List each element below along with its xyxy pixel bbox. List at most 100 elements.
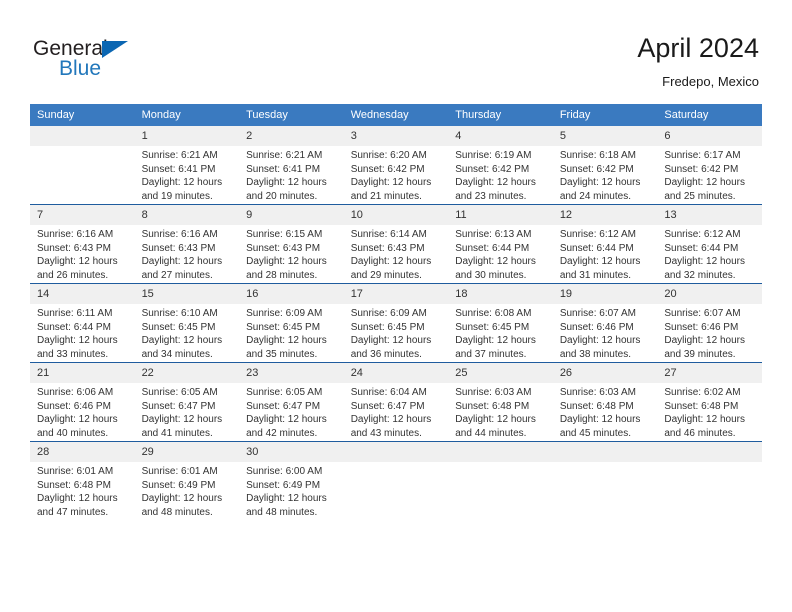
calendar-day-cell[interactable]: 25 Sunrise: 6:03 AM Sunset: 6:48 PM Dayligh…	[448, 362, 553, 442]
sunrise-text: Sunrise: 6:09 AM	[246, 308, 323, 319]
calendar-day-cell[interactable]: 24 Sunrise: 6:04 AM Sunset: 6:47 PM Dayligh…	[343, 362, 449, 442]
day-details: Sunrise: 6:05 AM Sunset: 6:47 PM Daylight:…	[135, 383, 240, 440]
daylight-text-line2: and 24 minutes.	[559, 190, 631, 202]
sunset-text: Sunset: 6:45 PM	[246, 321, 321, 333]
calendar-day-cell[interactable]: 7 Sunrise: 6:16 AM Sunset: 6:43 PM Daylight…	[30, 204, 135, 284]
weekday-header-wednesday: Wednesday	[343, 104, 449, 126]
sunset-text: Sunset: 6:42 PM	[455, 163, 530, 175]
calendar-day-cell[interactable]: 16 Sunrise: 6:09 AM Sunset: 6:45 PM Dayligh…	[239, 283, 344, 363]
calendar-page: General Blue April 2024 Fredepo, Mexico …	[0, 0, 792, 612]
sunrise-text: Sunrise: 6:01 AM	[37, 466, 114, 477]
daylight-text-line2: and 41 minutes.	[141, 427, 213, 439]
calendar-day-cell[interactable]: 21 Sunrise: 6:06 AM Sunset: 6:46 PM Dayligh…	[30, 362, 135, 442]
daylight-text-line1: Daylight: 12 hours	[246, 493, 327, 505]
calendar-day-cell[interactable]: 8 Sunrise: 6:16 AM Sunset: 6:43 PM Daylight…	[134, 204, 240, 284]
day-number: 22	[134, 363, 240, 383]
daylight-text-line2: and 45 minutes.	[559, 427, 631, 439]
day-number: 29	[134, 442, 240, 462]
sunset-text: Sunset: 6:48 PM	[455, 400, 530, 412]
daylight-text-line2: and 36 minutes.	[350, 348, 422, 360]
sunrise-text: Sunrise: 6:12 AM	[664, 229, 741, 240]
calendar-empty-cell	[657, 441, 762, 520]
day-details: Sunrise: 6:15 AM Sunset: 6:43 PM Daylight:…	[239, 225, 344, 282]
calendar-week-row: 1 Sunrise: 6:21 AM Sunset: 6:41 PM Daylight…	[30, 126, 762, 205]
daylight-text-line2: and 26 minutes.	[37, 269, 109, 281]
daylight-text-line2: and 19 minutes.	[141, 190, 213, 202]
day-number: 28	[30, 442, 135, 462]
day-number: 10	[343, 205, 449, 225]
calendar-day-cell[interactable]: 28 Sunrise: 6:01 AM Sunset: 6:48 PM Dayligh…	[30, 441, 135, 520]
weekday-header-friday: Friday	[552, 104, 658, 126]
daylight-text-line2: and 20 minutes.	[246, 190, 318, 202]
page-subtitle-location: Fredepo, Mexico	[662, 74, 759, 89]
calendar-day-cell[interactable]: 12 Sunrise: 6:12 AM Sunset: 6:44 PM Dayligh…	[552, 204, 658, 284]
day-number: 20	[657, 284, 762, 304]
calendar-day-cell[interactable]: 19 Sunrise: 6:07 AM Sunset: 6:46 PM Dayligh…	[552, 283, 658, 363]
day-details: Sunrise: 6:09 AM Sunset: 6:45 PM Daylight:…	[344, 304, 449, 361]
sunrise-text: Sunrise: 6:05 AM	[141, 387, 218, 398]
calendar-day-cell[interactable]: 22 Sunrise: 6:05 AM Sunset: 6:47 PM Dayligh…	[134, 362, 240, 442]
calendar-day-cell[interactable]: 27 Sunrise: 6:02 AM Sunset: 6:48 PM Dayligh…	[657, 362, 762, 442]
daylight-text-line1: Daylight: 12 hours	[455, 256, 536, 268]
day-details: Sunrise: 6:00 AM Sunset: 6:49 PM Daylight:…	[239, 462, 344, 519]
day-number	[343, 442, 449, 462]
calendar-day-cell[interactable]: 20 Sunrise: 6:07 AM Sunset: 6:46 PM Dayligh…	[657, 283, 762, 363]
sunset-text: Sunset: 6:47 PM	[350, 400, 425, 412]
sunset-text: Sunset: 6:42 PM	[559, 163, 634, 175]
sunset-text: Sunset: 6:44 PM	[455, 242, 530, 254]
day-number: 25	[448, 363, 553, 383]
sunrise-text: Sunrise: 6:02 AM	[664, 387, 741, 398]
day-details: Sunrise: 6:21 AM Sunset: 6:41 PM Daylight:…	[135, 146, 240, 203]
calendar-day-cell[interactable]: 14 Sunrise: 6:11 AM Sunset: 6:44 PM Dayligh…	[30, 283, 135, 363]
calendar-week-row: 14 Sunrise: 6:11 AM Sunset: 6:44 PM Dayligh…	[30, 283, 762, 363]
daylight-text-line1: Daylight: 12 hours	[37, 256, 118, 268]
sunset-text: Sunset: 6:49 PM	[246, 479, 321, 491]
day-number: 2	[239, 126, 344, 146]
calendar-day-cell[interactable]: 15 Sunrise: 6:10 AM Sunset: 6:45 PM Dayligh…	[134, 283, 240, 363]
daylight-text-line2: and 23 minutes.	[455, 190, 527, 202]
calendar-day-cell[interactable]: 23 Sunrise: 6:05 AM Sunset: 6:47 PM Dayligh…	[239, 362, 344, 442]
calendar-grid: Sunday Monday Tuesday Wednesday Thursday Frid…	[30, 104, 762, 520]
calendar-day-cell[interactable]: 11 Sunrise: 6:13 AM Sunset: 6:44 PM Dayligh…	[448, 204, 553, 284]
calendar-day-cell[interactable]: 6 Sunrise: 6:17 AM Sunset: 6:42 PM Daylight…	[657, 126, 762, 205]
calendar-day-cell[interactable]: 30 Sunrise: 6:00 AM Sunset: 6:49 PM Dayligh…	[239, 441, 344, 520]
sunrise-text: Sunrise: 6:16 AM	[141, 229, 218, 240]
daylight-text-line1: Daylight: 12 hours	[141, 414, 223, 426]
daylight-text-line1: Daylight: 12 hours	[141, 493, 223, 505]
sunrise-text: Sunrise: 6:03 AM	[559, 387, 636, 398]
calendar-day-cell[interactable]: 18 Sunrise: 6:08 AM Sunset: 6:45 PM Dayligh…	[448, 283, 553, 363]
calendar-day-cell[interactable]: 5 Sunrise: 6:18 AM Sunset: 6:42 PM Daylight…	[552, 126, 658, 205]
calendar-day-cell[interactable]: 2 Sunrise: 6:21 AM Sunset: 6:41 PM Daylight…	[239, 126, 344, 205]
calendar-day-cell[interactable]: 4 Sunrise: 6:19 AM Sunset: 6:42 PM Daylight…	[448, 126, 553, 205]
daylight-text-line2: and 37 minutes.	[455, 348, 527, 360]
daylight-text-line2: and 46 minutes.	[664, 427, 736, 439]
calendar-day-cell[interactable]: 26 Sunrise: 6:03 AM Sunset: 6:48 PM Dayligh…	[552, 362, 658, 442]
sunset-text: Sunset: 6:46 PM	[559, 321, 634, 333]
calendar-day-cell[interactable]: 17 Sunrise: 6:09 AM Sunset: 6:45 PM Dayligh…	[343, 283, 449, 363]
day-number: 18	[448, 284, 553, 304]
day-details: Sunrise: 6:04 AM Sunset: 6:47 PM Daylight:…	[344, 383, 449, 440]
sunset-text: Sunset: 6:48 PM	[664, 400, 739, 412]
daylight-text-line1: Daylight: 12 hours	[664, 256, 745, 268]
sunrise-text: Sunrise: 6:16 AM	[37, 229, 114, 240]
daylight-text-line2: and 27 minutes.	[141, 269, 213, 281]
day-details: Sunrise: 6:21 AM Sunset: 6:41 PM Daylight:…	[239, 146, 344, 203]
sunset-text: Sunset: 6:44 PM	[37, 321, 111, 333]
day-number: 27	[657, 363, 762, 383]
calendar-day-cell[interactable]: 13 Sunrise: 6:12 AM Sunset: 6:44 PM Dayligh…	[657, 204, 762, 284]
sunset-text: Sunset: 6:49 PM	[141, 479, 216, 491]
daylight-text-line1: Daylight: 12 hours	[350, 177, 432, 189]
calendar-day-cell[interactable]: 3 Sunrise: 6:20 AM Sunset: 6:42 PM Daylight…	[343, 126, 449, 205]
daylight-text-line2: and 42 minutes.	[246, 427, 318, 439]
daylight-text-line2: and 21 minutes.	[350, 190, 422, 202]
calendar-day-cell[interactable]: 9 Sunrise: 6:15 AM Sunset: 6:43 PM Daylight…	[239, 204, 344, 284]
daylight-text-line1: Daylight: 12 hours	[141, 335, 223, 347]
calendar-day-cell[interactable]: 1 Sunrise: 6:21 AM Sunset: 6:41 PM Daylight…	[134, 126, 240, 205]
calendar-day-cell[interactable]: 29 Sunrise: 6:01 AM Sunset: 6:49 PM Dayligh…	[134, 441, 240, 520]
day-details: Sunrise: 6:09 AM Sunset: 6:45 PM Daylight:…	[239, 304, 344, 361]
sunset-text: Sunset: 6:44 PM	[559, 242, 634, 254]
general-blue-logo[interactable]: General Blue	[33, 37, 163, 85]
daylight-text-line1: Daylight: 12 hours	[350, 335, 432, 347]
calendar-day-cell[interactable]: 10 Sunrise: 6:14 AM Sunset: 6:43 PM Dayligh…	[343, 204, 449, 284]
sunrise-text: Sunrise: 6:18 AM	[559, 150, 636, 161]
